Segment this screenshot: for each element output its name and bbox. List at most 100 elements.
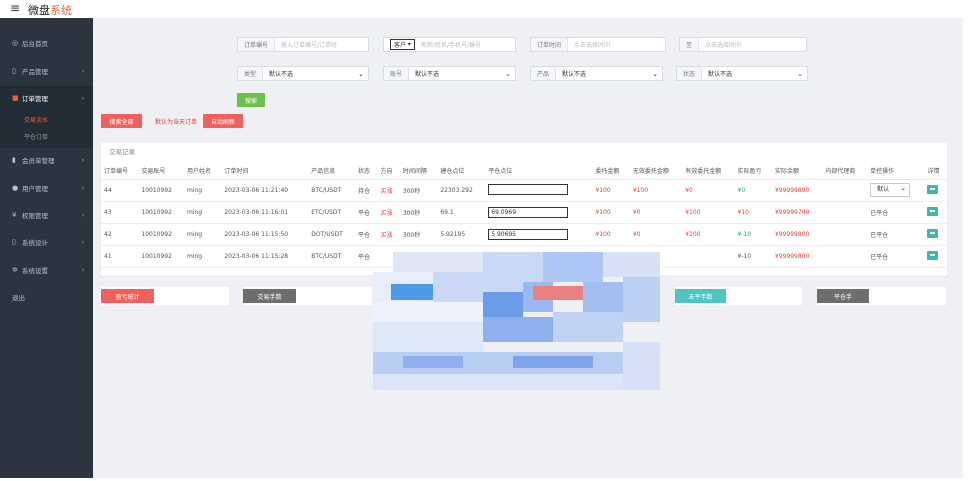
customer-type-select[interactable]: 客户 ▾: [390, 39, 415, 50]
time-end-input[interactable]: 点击选择时间: [699, 40, 806, 49]
status-select[interactable]: 状态 默认不选 ⌄: [676, 66, 808, 81]
col-header: 无效委托金额: [629, 163, 683, 180]
detail-icon[interactable]: [927, 184, 939, 194]
product-label: 产品: [531, 67, 557, 80]
closed-stat-button[interactable]: 平仓手: [817, 289, 869, 303]
type-select[interactable]: 类型 默认不选 ⌄: [237, 66, 369, 81]
cell-invalid-amount: ¥0: [629, 223, 683, 246]
volume-stat-button[interactable]: 交易手数: [243, 289, 296, 303]
sidebar-item-products[interactable]: ▯ 产品管理 ›: [0, 63, 93, 79]
cell-detail: [924, 201, 947, 224]
cell-amount: ¥100: [592, 179, 630, 202]
col-header: 实际盈亏: [734, 163, 772, 180]
cell-pnl: ¥0: [734, 179, 772, 202]
customer-input[interactable]: 昵称/姓名/手机号/编号: [415, 40, 515, 49]
account-select[interactable]: 账号 默认不选 ⌄: [383, 66, 516, 81]
status-value: 默认不选: [708, 71, 733, 78]
cell-product: ETC/USDT: [308, 201, 356, 224]
col-header: 订单时间: [221, 163, 309, 180]
search-all-button[interactable]: 搜索全部: [101, 114, 142, 128]
sidebar-item-label: 用户管理: [22, 185, 48, 193]
cell-user: ming: [183, 201, 222, 224]
cell-user: ming: [183, 245, 222, 268]
cell-operation: 默认: [867, 179, 925, 202]
closed-stat: 平仓手: [817, 287, 946, 305]
cell-valid-amount: ¥100: [682, 201, 735, 224]
sidebar-item-label: 退出: [12, 294, 25, 302]
sidebar-subitem-history[interactable]: 平仓订单: [24, 132, 48, 141]
detail-icon[interactable]: [927, 250, 939, 260]
cell-agent: [822, 245, 868, 268]
cell-close-price: 69.0969: [485, 201, 593, 224]
cell-agent: [822, 223, 868, 246]
col-header: 用户姓名: [183, 163, 222, 180]
cell-close-price: 5.90695: [485, 223, 593, 246]
sidebar: ◎ 后台首页 ▯ 产品管理 › ■ 订单管理 › 交易流水 平仓订单 ▮ 会员单管理 › ● 用…: [0, 18, 93, 478]
sidebar-item-logout[interactable]: 退出: [0, 289, 93, 305]
cell-product: DOT/USDT: [308, 223, 356, 246]
top-bar: ≡ 微盘系统: [0, 0, 970, 18]
account-label: 账号: [384, 67, 410, 80]
customer-field[interactable]: 客户 ▾ 昵称/姓名/手机号/编号: [383, 37, 516, 52]
cell-valid-amount: ¥0: [682, 179, 735, 202]
close-price-input[interactable]: 5.90695: [488, 228, 569, 240]
chevron-right-icon: ›: [81, 67, 84, 75]
menu-icon[interactable]: ≡: [10, 1, 20, 15]
table-header-row: 订单编号 交易账号 用户姓名 订单时间 产品信息 状态 方向 时间间隔 建仓点位…: [101, 163, 947, 180]
auto-refresh-button[interactable]: 自动刷新: [203, 114, 243, 128]
profit-stat: 盈亏统计: [101, 287, 229, 305]
sidebar-item-settings[interactable]: ✲ 系统设置 ›: [0, 262, 93, 278]
col-header: 有效委托金额: [682, 163, 735, 180]
order-no-input[interactable]: 输入订单编号/订单时: [275, 40, 368, 49]
profit-stat-button[interactable]: 盈亏统计: [101, 289, 154, 303]
cell-id: 41: [101, 245, 139, 268]
time-start-input[interactable]: 点击选择时间: [568, 40, 665, 49]
cell-amount: ¥100: [592, 201, 630, 224]
sidebar-item-permissions[interactable]: ¥ 权限管理 ›: [0, 207, 93, 223]
sidebar-item-label: 会员单管理: [22, 157, 55, 165]
cell-balance: ¥99999800: [771, 223, 823, 246]
cell-interval: 300秒: [399, 201, 438, 224]
order-no-field[interactable]: 订单编号 输入订单编号/订单时: [237, 37, 369, 52]
product-icon: ▯: [12, 67, 16, 75]
today-default-note: 默认为当天订单: [155, 119, 198, 126]
status-label: 状态: [677, 67, 703, 80]
search-button[interactable]: 搜索: [237, 93, 265, 107]
table-row: 42 10010992 ming 2023-03-06 11:15:50 DOT…: [101, 223, 947, 246]
col-header: 方向: [377, 163, 400, 180]
sidebar-item-label: 产品管理: [22, 68, 48, 76]
cell-agent: [822, 201, 868, 224]
close-price-input[interactable]: [488, 183, 569, 195]
time-start-field[interactable]: 订单时间 点击选择时间: [530, 37, 666, 52]
unsettled-stat-button[interactable]: 未平手数: [675, 289, 726, 303]
time-end-field[interactable]: 至 点击选择时间: [679, 37, 807, 52]
detail-icon[interactable]: [927, 228, 939, 238]
sidebar-item-orders[interactable]: ■ 订单管理 ›: [0, 90, 93, 106]
brand-main: 微盘: [28, 4, 50, 17]
cell-balance: ¥99999700: [771, 201, 823, 224]
sidebar-subitem-trade[interactable]: 交易流水: [24, 115, 48, 124]
volume-stat: 交易手数: [243, 287, 372, 305]
close-price-input[interactable]: 69.0969: [488, 206, 569, 218]
sidebar-item-system-design[interactable]: ▯ 系统设计 ›: [0, 234, 93, 250]
sidebar-item-label: 系统设置: [22, 267, 48, 275]
sidebar-item-members[interactable]: ▮ 会员单管理 ›: [0, 152, 93, 168]
product-select[interactable]: 产品 默认不选 ⌄: [530, 66, 663, 81]
cell-pnl: ¥-10: [734, 245, 772, 268]
detail-icon[interactable]: [927, 206, 939, 216]
cell-detail: [924, 245, 947, 268]
sidebar-item-users[interactable]: ● 用户管理 ›: [0, 180, 93, 196]
cell-pnl: ¥-10: [734, 223, 772, 246]
chevron-right-icon: ›: [81, 156, 84, 164]
panel-title: 交易记录: [109, 148, 135, 156]
operation-select[interactable]: 默认: [870, 182, 911, 197]
unsettled-stat: 未平手数: [675, 287, 802, 305]
cell-time: 2023-03-06 11:15:28: [221, 245, 309, 268]
cell-account: 10010992: [138, 201, 184, 224]
col-header: 状态: [355, 163, 378, 180]
cell-operation: 已平仓: [867, 245, 925, 268]
chevron-right-icon: ›: [81, 266, 84, 274]
sidebar-item-home[interactable]: ◎ 后台首页: [0, 35, 93, 51]
col-header: 交易账号: [138, 163, 184, 180]
user-icon: ●: [12, 184, 19, 192]
